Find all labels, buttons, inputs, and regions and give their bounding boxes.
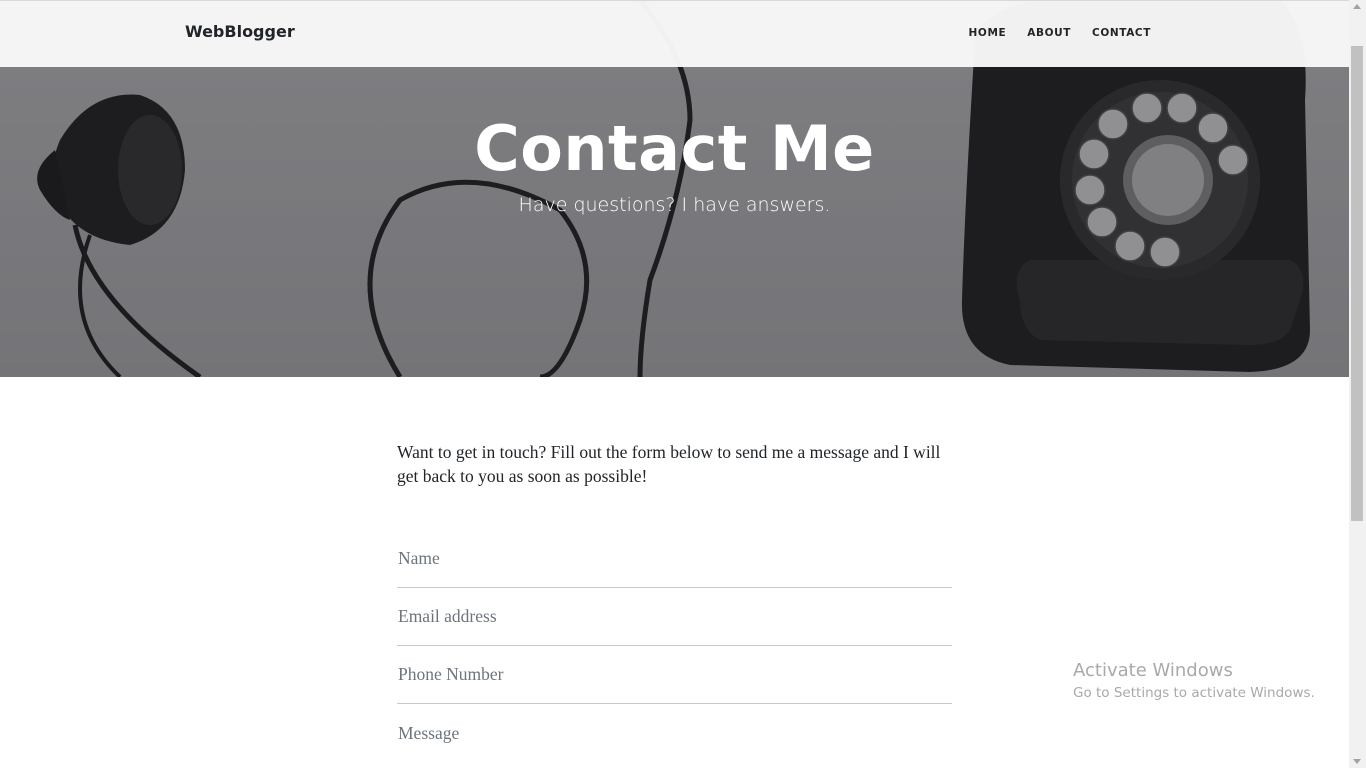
nav-home-link[interactable]: HOME: [969, 27, 1007, 39]
phone-input[interactable]: [397, 664, 952, 685]
email-field-wrapper: [397, 588, 952, 646]
watermark-subtitle: Go to Settings to activate Windows.: [1073, 685, 1315, 701]
nav-about-link[interactable]: ABOUT: [1027, 27, 1071, 39]
nav-links: HOME ABOUT CONTACT: [948, 27, 1151, 39]
page-subtitle: Have questions? I have answers.: [518, 194, 831, 216]
scroll-down-arrow-icon[interactable]: [1353, 759, 1361, 764]
email-input[interactable]: [397, 606, 952, 627]
nav-contact-link[interactable]: CONTACT: [1092, 27, 1151, 39]
vertical-scrollbar[interactable]: [1349, 0, 1366, 768]
scroll-up-arrow-icon[interactable]: [1353, 4, 1361, 9]
intro-text: Want to get in touch? Fill out the form …: [397, 442, 941, 486]
activate-windows-watermark: Activate Windows Go to Settings to activ…: [1073, 660, 1315, 701]
message-input[interactable]: [397, 722, 952, 744]
message-field-wrapper: [397, 704, 952, 762]
watermark-title: Activate Windows: [1073, 660, 1233, 681]
scrollbar-thumb[interactable]: [1351, 46, 1363, 521]
page-title: Contact Me: [474, 112, 875, 185]
name-input[interactable]: [397, 548, 952, 569]
brand-link[interactable]: WebBlogger: [185, 22, 295, 41]
name-field-wrapper: [397, 530, 952, 588]
phone-field-wrapper: [397, 646, 952, 704]
contact-form: [397, 530, 952, 762]
contact-content: Want to get in touch? Fill out the form …: [397, 440, 952, 762]
top-navbar: WebBlogger HOME ABOUT CONTACT: [0, 0, 1349, 67]
